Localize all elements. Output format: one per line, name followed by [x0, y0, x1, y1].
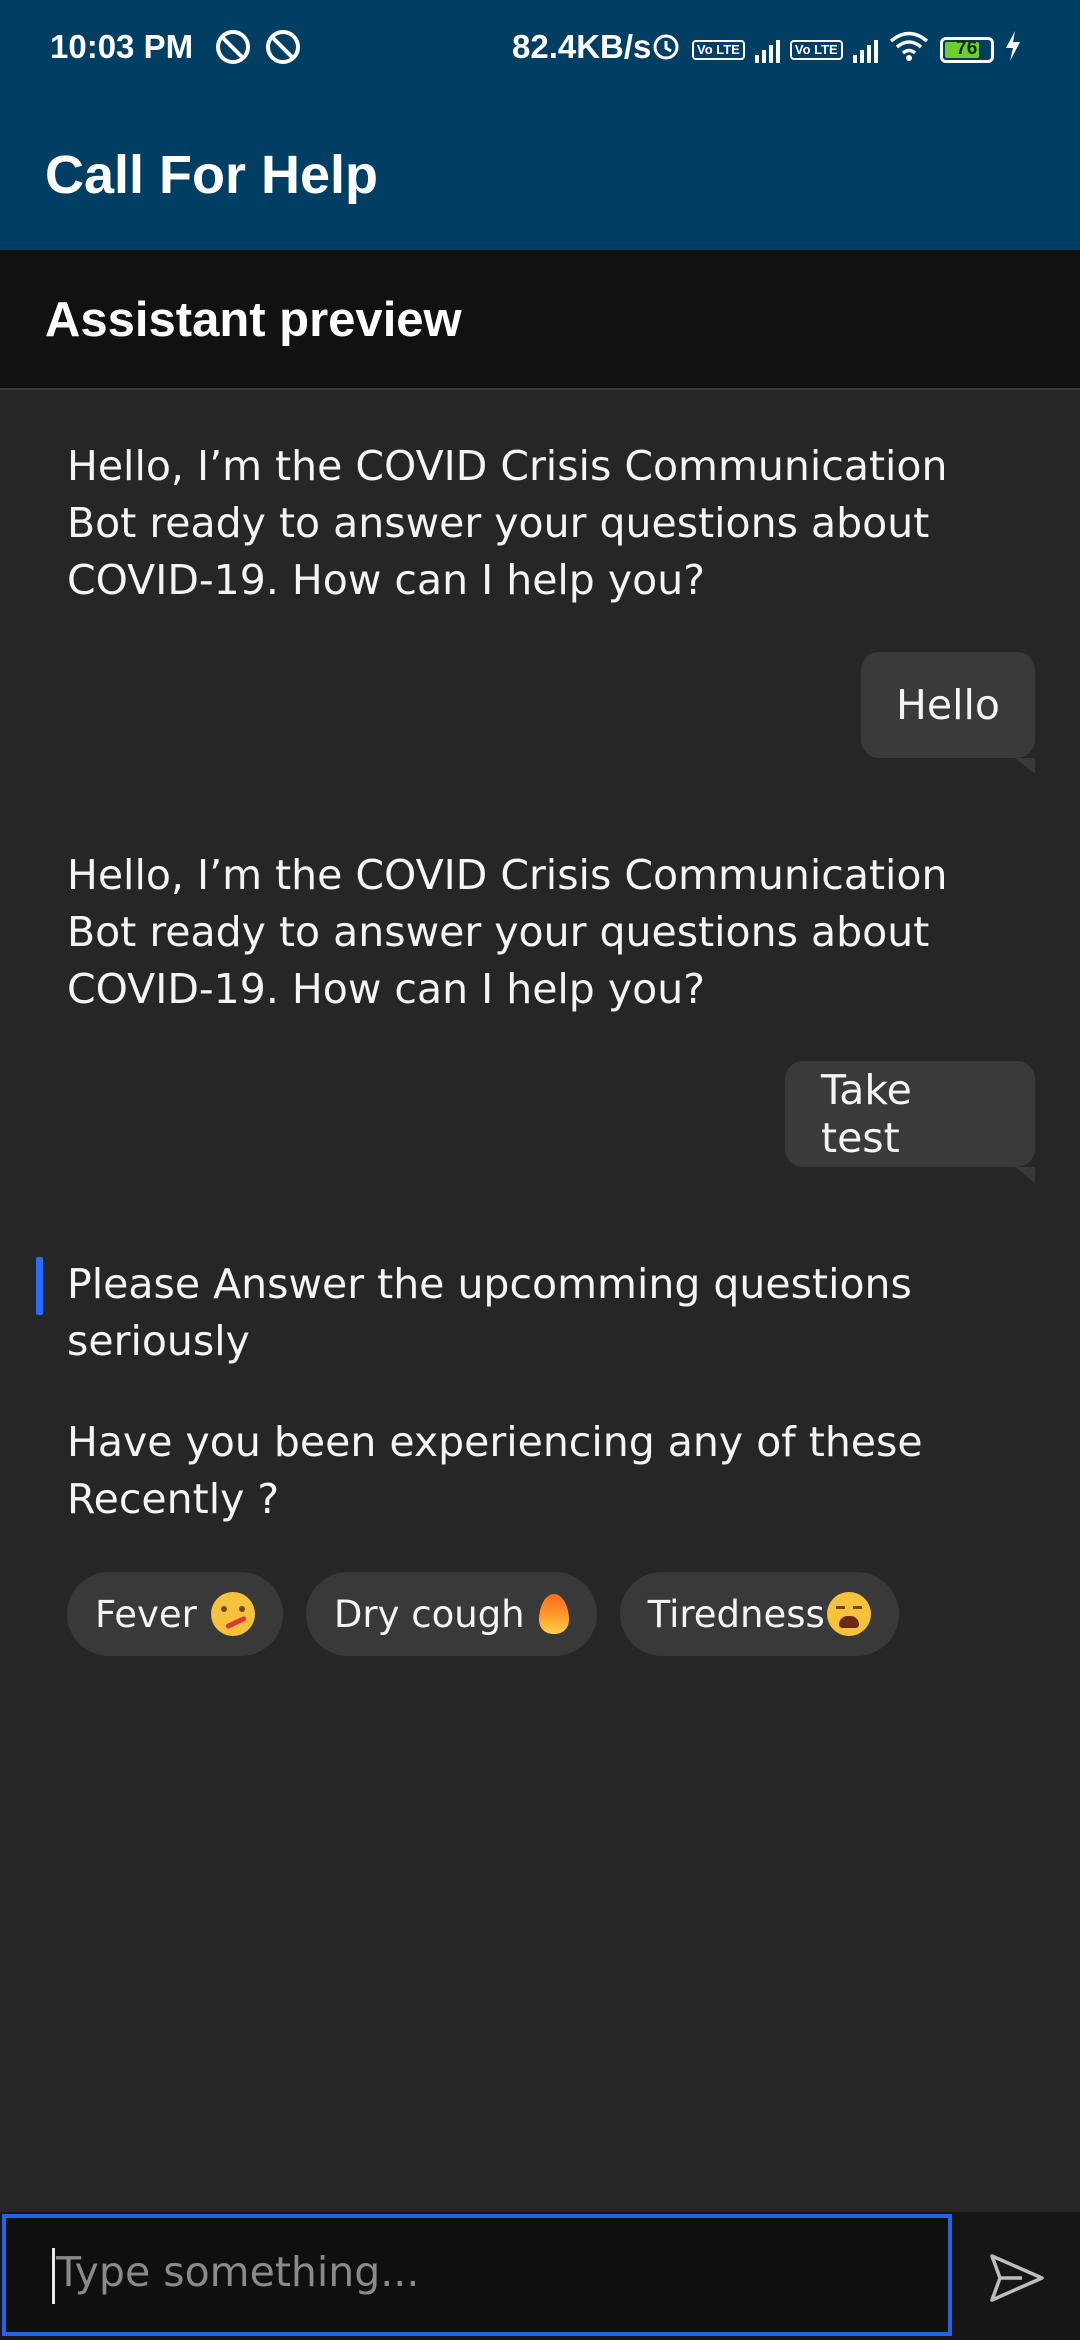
bot-message: Please Answer the upcomming questions se… [67, 1260, 912, 1365]
quick-reply-tiredness[interactable]: Tiredness [619, 1572, 899, 1656]
signal-icon [754, 37, 780, 63]
bot-question: Have you been experiencing any of these … [67, 1418, 923, 1523]
message-accent-bar [36, 1257, 43, 1315]
user-message-bubble: Take test [785, 1061, 1035, 1183]
send-icon [988, 2254, 1046, 2308]
text-caret [52, 2248, 55, 2304]
weary-face-icon [826, 1592, 871, 1636]
sync-icon [216, 30, 250, 64]
bot-message: Hello, I’m the COVID Crisis Communicatio… [67, 851, 948, 1013]
sync-icon [266, 30, 300, 64]
status-icons: Vo LTE Vo LTE 76 [650, 30, 1022, 70]
quick-reply-dry-cough[interactable]: Dry cough [305, 1572, 597, 1656]
thermometer-face-icon [210, 1592, 255, 1636]
quick-reply-fever[interactable]: Fever [67, 1572, 283, 1656]
fire-icon [538, 1594, 569, 1634]
composer-bar: Type something... [0, 2212, 1080, 2340]
wifi-icon [888, 30, 930, 70]
chip-label: Dry cough [333, 1592, 525, 1636]
app-title: Call For Help [45, 145, 379, 205]
quick-replies: Fever Dry cough Tiredness [67, 1572, 899, 1656]
app-bar: Call For Help [0, 96, 1080, 250]
status-time: 10:03 PM [50, 28, 194, 65]
assistant-header: Assistant preview [0, 250, 1080, 390]
send-button[interactable] [988, 2252, 1046, 2304]
volte-icon: Vo LTE [692, 40, 745, 60]
chip-label: Fever [95, 1592, 197, 1636]
network-speed: 82.4KB/s [512, 28, 652, 65]
assistant-preview-title: Assistant preview [45, 293, 462, 347]
battery-icon: 76 [939, 37, 994, 63]
message-input[interactable]: Type something... [2, 2214, 952, 2336]
user-message-bubble: Hello [861, 652, 1035, 774]
status-bar: 10:03 PM 82.4KB/s Vo LTE Vo LTE 76 [0, 0, 1080, 96]
chip-label: Tiredness [647, 1592, 825, 1636]
volte-icon: Vo LTE [789, 40, 843, 60]
input-placeholder: Type something... [56, 2248, 420, 2296]
bot-message: Hello, I’m the COVID Crisis Communicatio… [67, 442, 948, 604]
charging-icon [1004, 31, 1022, 69]
alarm-icon [650, 30, 682, 70]
signal-icon [852, 37, 878, 63]
